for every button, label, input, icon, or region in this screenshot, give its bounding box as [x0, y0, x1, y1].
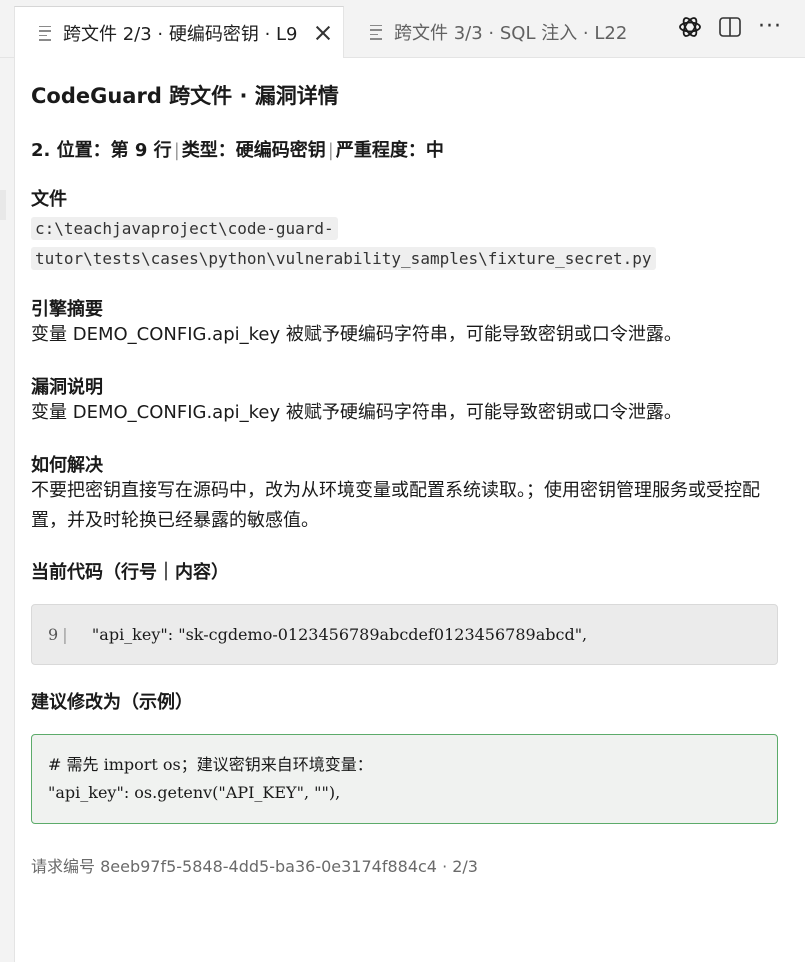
suggested-code-block: # 需先 import os；建议密钥来自环境变量： "api_key": os… [31, 734, 778, 824]
current-code-heading: 当前代码（行号｜内容） [31, 562, 229, 583]
issue-location: 2. 位置：第 9 行 [31, 140, 172, 161]
tab-label: 跨文件 3/3 · SQL 注入 · L22 [394, 23, 628, 44]
description-text: 变量 DEMO_CONFIG.api_key 被赋予硬编码字符串，可能导致密钥或… [31, 402, 682, 423]
editor-tab-bar: 跨文件 2/3 · 硬编码密钥 · L9 跨文件 3/3 · SQL 注入 · … [0, 0, 805, 59]
tab-label: 跨文件 2/3 · 硬编码密钥 · L9 [63, 24, 298, 45]
page-title: CodeGuard 跨文件 · 漏洞详情 [31, 84, 339, 108]
tab-hardcoded-secret[interactable]: 跨文件 2/3 · 硬编码密钥 · L9 [14, 6, 344, 59]
file-lines-icon [39, 25, 53, 41]
more-icon[interactable]: ··· [757, 14, 783, 40]
detail-panel: CodeGuard 跨文件 · 漏洞详情 2. 位置：第 9 行 | 类型：硬编码密… [14, 58, 805, 962]
code-line-number: 9 [48, 625, 59, 644]
tab-sql-injection[interactable]: 跨文件 3/3 · SQL 注入 · L22 [346, 6, 656, 58]
gutter-marker [0, 190, 6, 220]
file-lines-icon [370, 24, 384, 40]
code-line-separator: | [62, 625, 68, 644]
meta-separator: | [173, 140, 180, 161]
file-path: c:\teachjavaproject\code-guard- tutor\te… [31, 214, 778, 274]
openai-icon[interactable] [677, 14, 703, 40]
fix-heading: 如何解决 [31, 455, 103, 476]
current-code-block: 9 | "api_key": "sk-cgdemo-0123456789abcde… [31, 604, 778, 665]
suggested-heading: 建议修改为（示例） [31, 692, 193, 713]
close-icon[interactable] [313, 23, 333, 43]
file-path-line: c:\teachjavaproject\code-guard- [31, 217, 338, 240]
issue-meta: 2. 位置：第 9 行 | 类型：硬编码密钥 | 严重程度：中 [31, 136, 444, 162]
code-line-content: "api_key": "sk-cgdemo-0123456789abcdef01… [71, 625, 588, 644]
issue-type: 类型：硬编码密钥 [181, 140, 326, 161]
engine-summary-text: 变量 DEMO_CONFIG.api_key 被赋予硬编码字符串，可能导致密钥或… [31, 324, 682, 345]
meta-separator: | [327, 140, 334, 161]
file-path-line: tutor\tests\cases\python\vulnerability_s… [31, 247, 656, 270]
split-editor-icon[interactable] [717, 14, 743, 40]
request-id: 请求编号 8eeb97f5-5848-4dd5-ba36-0e3174f884c… [31, 857, 478, 876]
issue-severity: 严重程度：中 [335, 140, 444, 161]
file-heading: 文件 [31, 189, 67, 210]
fix-text: 不要把密钥直接写在源码中，改为从环境变量或配置系统读取。；使用密钥管理服务或受控… [31, 480, 760, 531]
description-heading: 漏洞说明 [31, 377, 103, 398]
engine-summary-heading: 引擎摘要 [31, 299, 103, 320]
editor-actions: ··· [677, 14, 783, 40]
